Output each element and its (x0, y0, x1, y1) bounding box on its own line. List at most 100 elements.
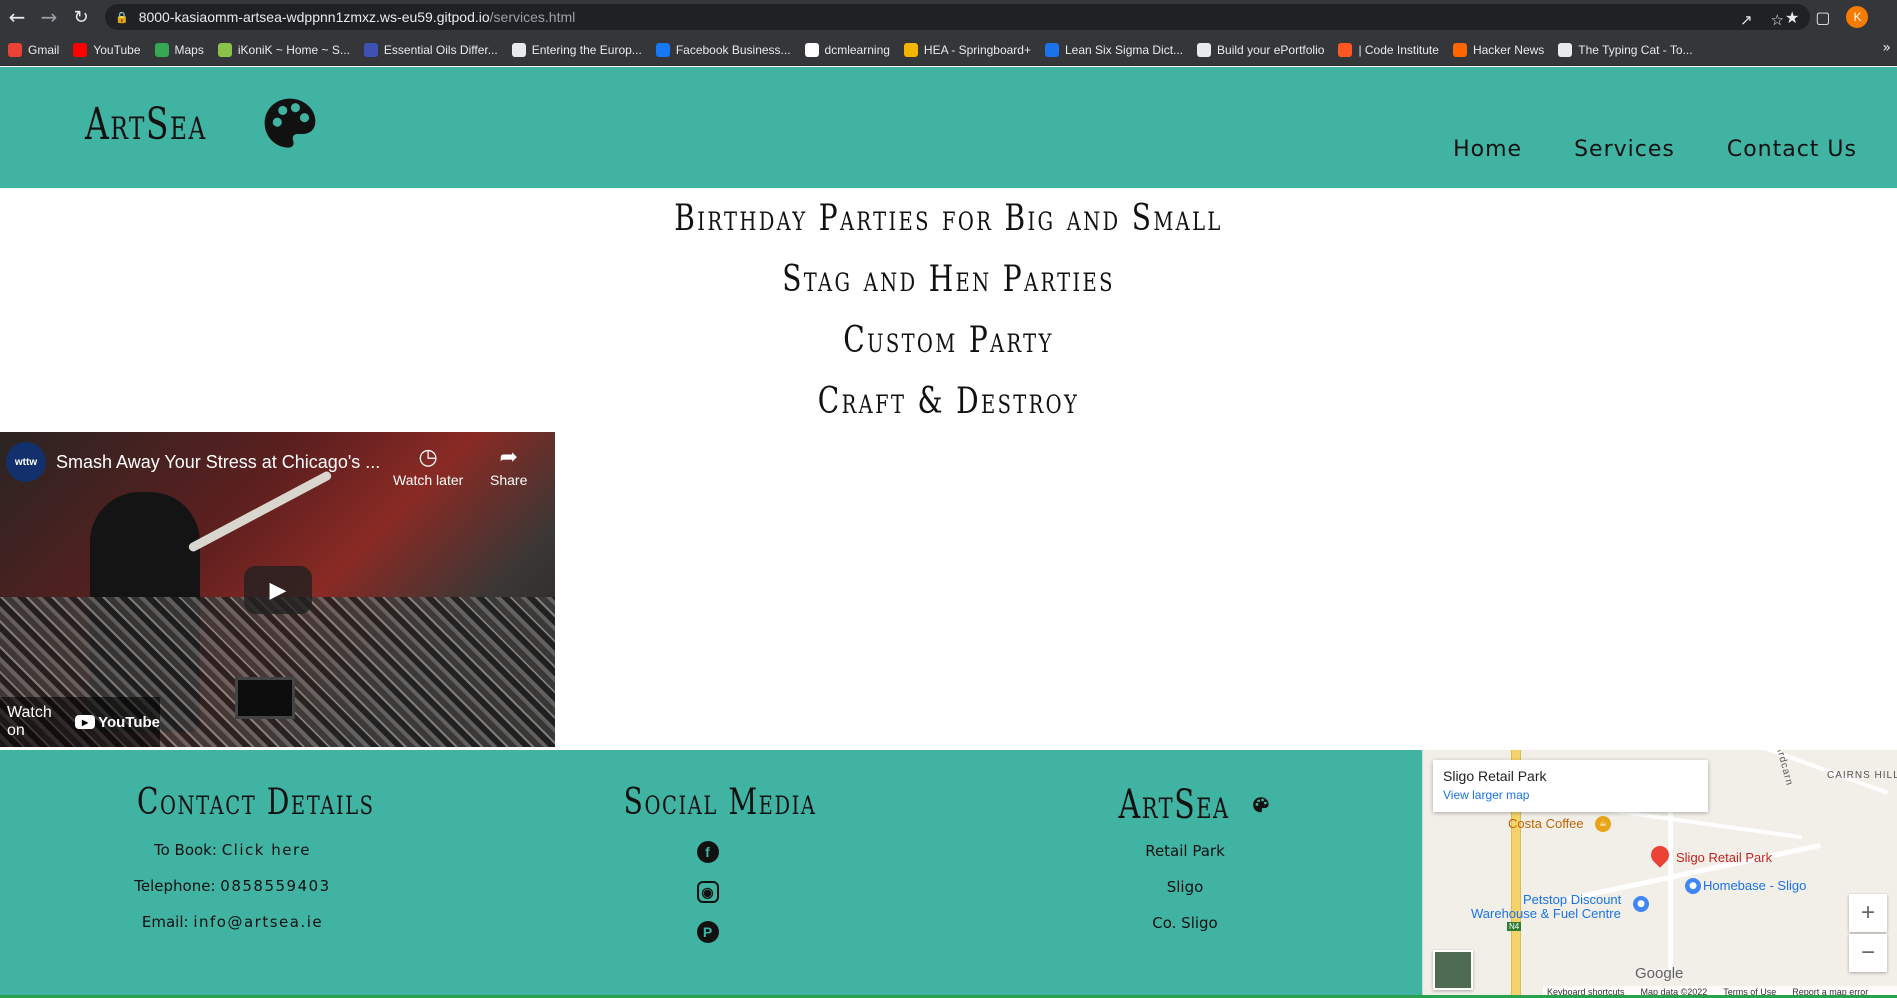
bookmark-label: Maps (174, 42, 204, 57)
map-poi-petstop-2[interactable]: Warehouse & Fuel Centre (1471, 906, 1621, 921)
bookmark-label: Gmail (28, 42, 60, 57)
browser-toolbar: ← → ↻ 🔒 8000-kasiaomm-artsea-wdppnn1zmxz… (0, 0, 1897, 34)
facebook-icon[interactable]: f (696, 841, 719, 863)
pinterest-icon[interactable]: P (696, 921, 719, 943)
bookmark-item[interactable]: | Code Institute (1338, 42, 1439, 57)
bookmark-label: iKoniK ~ Home ~ S... (237, 42, 350, 57)
google-map-embed[interactable]: Sligo Retail Park View larger map CAIRNS… (1422, 750, 1897, 998)
service-custom-party: Custom Party (843, 320, 1054, 361)
bookmark-label: Lean Six Sigma Dict... (1064, 42, 1184, 57)
map-info-card: Sligo Retail Park View larger map (1433, 760, 1708, 812)
watch-on-youtube[interactable]: Watch on ▶ YouTube (0, 697, 160, 747)
bookmark-label: HEA - Springboard+ (923, 42, 1031, 57)
address-line-3: Co. Sligo (1152, 914, 1218, 932)
contact-details: Contact Details To Book: Click here Tele… (110, 782, 373, 931)
share-icon: ➦ (499, 444, 518, 469)
bookmark-item[interactable]: Maps (154, 42, 204, 57)
bookmark-favicon-icon (363, 42, 378, 57)
url-host: 8000-kasiaomm-artsea-wdppnn1zmxz.ws-eu59… (138, 9, 490, 25)
service-craft-destroy: Craft & Destroy (817, 381, 1080, 422)
bookmark-item[interactable]: Entering the Europ... (511, 42, 642, 57)
bookmark-label: Build your ePortfolio (1217, 42, 1325, 57)
shopping-icon: ● (1633, 896, 1649, 912)
minus-icon: − (1860, 939, 1875, 966)
bookmark-star-icon[interactable]: ☆ (1771, 11, 1784, 29)
extensions-icon[interactable]: ★ (1785, 8, 1799, 27)
bookmark-item[interactable]: YouTube (73, 42, 141, 57)
bookmark-label: Facebook Business... (675, 42, 791, 57)
satellite-toggle[interactable] (1433, 950, 1473, 990)
watch-later-button[interactable]: ◷ Watch later (393, 444, 463, 488)
share-button[interactable]: ➦ Share (490, 444, 527, 488)
video-title[interactable]: Smash Away Your Stress at Chicago's ... (56, 452, 380, 473)
map-label-cairns-hill: CAIRNS HILL (1827, 770, 1897, 781)
bookmark-label: Entering the Europ... (531, 42, 642, 57)
email-line: Email: info@artsea.ie (110, 913, 355, 931)
bookmark-item[interactable]: iKoniK ~ Home ~ S... (217, 42, 350, 57)
phone-line: Telephone: 0858559403 (110, 877, 355, 895)
email-label: Email: (141, 913, 189, 931)
map-place-name: Sligo Retail Park (1443, 768, 1547, 784)
play-button[interactable]: ▶ (244, 566, 312, 614)
zoom-in-button[interactable]: + (1849, 894, 1887, 932)
address-bar[interactable]: 🔒 8000-kasiaomm-artsea-wdppnn1zmxz.ws-eu… (105, 4, 1810, 30)
brand-logo[interactable]: ArtSea (85, 95, 319, 153)
bookmark-item[interactable]: Build your ePortfolio (1197, 42, 1325, 57)
bookmark-label: dcmlearning (824, 42, 890, 57)
map-road-badge: N4 (1507, 922, 1522, 931)
bookmark-item[interactable]: Facebook Business... (655, 42, 791, 57)
address-block: ArtSea Retail Park Sligo Co. Sligo (1100, 782, 1270, 932)
url-path: /services.html (489, 9, 576, 25)
map-poi-costa-coffee[interactable]: Costa Coffee (1508, 816, 1584, 831)
bookmark-favicon-icon (804, 42, 819, 57)
bookmark-favicon-icon (511, 42, 526, 57)
bookmark-favicon-icon (1558, 42, 1573, 57)
phone-link[interactable]: 0858559403 (220, 877, 330, 895)
address-line-1: Retail Park (1145, 842, 1225, 860)
map-poi-sligo-retail-park[interactable]: Sligo Retail Park (1676, 850, 1772, 865)
reload-icon[interactable]: ↻ (66, 2, 96, 32)
forward-icon[interactable]: → (34, 2, 64, 32)
video-monitor (235, 677, 295, 719)
bookmark-item[interactable]: Essential Oils Differ... (363, 42, 498, 57)
more-bookmarks-icon[interactable]: » (1882, 40, 1891, 56)
map-poi-petstop-1[interactable]: Petstop Discount (1523, 892, 1621, 907)
bookmark-label: The Typing Cat - To... (1578, 42, 1693, 57)
nav-home[interactable]: Home (1453, 137, 1522, 162)
email-link[interactable]: info@artsea.ie (193, 913, 323, 931)
book-line: To Book: Click here (110, 841, 355, 859)
bookmark-item[interactable]: Hacker News (1452, 42, 1544, 57)
share-page-icon[interactable]: ↗ (1740, 11, 1753, 29)
play-icon: ▶ (269, 577, 287, 603)
bookmark-favicon-icon (1452, 42, 1467, 57)
instagram-icon[interactable]: ◉ (696, 881, 719, 903)
book-label: To Book: (153, 841, 217, 859)
bookmark-item[interactable]: HEA - Springboard+ (903, 42, 1031, 57)
service-birthday-parties: Birthday Parties for Big and Small (674, 198, 1223, 239)
services-list: Birthday Parties for Big and Small Stag … (0, 188, 1897, 432)
bookmark-item[interactable]: Gmail (8, 42, 60, 57)
profile-avatar[interactable]: K (1846, 6, 1869, 28)
bookmark-favicon-icon (1338, 42, 1353, 57)
nav-services[interactable]: Services (1574, 137, 1675, 162)
bookmark-favicon-icon (217, 42, 232, 57)
footer-brand-name: ArtSea (1118, 782, 1230, 828)
bookmark-favicon-icon (8, 42, 22, 57)
side-panel-icon[interactable]: ▢ (1815, 8, 1830, 27)
nav-contact-us[interactable]: Contact Us (1727, 137, 1857, 162)
back-icon[interactable]: ← (2, 2, 32, 32)
zoom-out-button[interactable]: − (1849, 934, 1887, 972)
youtube-embed[interactable]: wttw Smash Away Your Stress at Chicago's… (0, 432, 555, 747)
view-larger-map-link[interactable]: View larger map (1443, 788, 1698, 802)
social-media: Social Media f ◉ P (600, 782, 815, 943)
plus-icon: + (1860, 899, 1875, 926)
map-poi-homebase[interactable]: Homebase - Sligo (1703, 878, 1806, 893)
youtube-label: YouTube (98, 713, 160, 731)
bookmark-item[interactable]: Lean Six Sigma Dict... (1044, 42, 1184, 57)
bookmark-item[interactable]: The Typing Cat - To... (1558, 42, 1693, 57)
google-logo: Google (1635, 965, 1684, 982)
book-link[interactable]: Click here (222, 841, 311, 859)
video-bat (187, 469, 333, 554)
channel-avatar[interactable]: wttw (6, 442, 46, 482)
bookmark-item[interactable]: dcmlearning (804, 42, 890, 57)
